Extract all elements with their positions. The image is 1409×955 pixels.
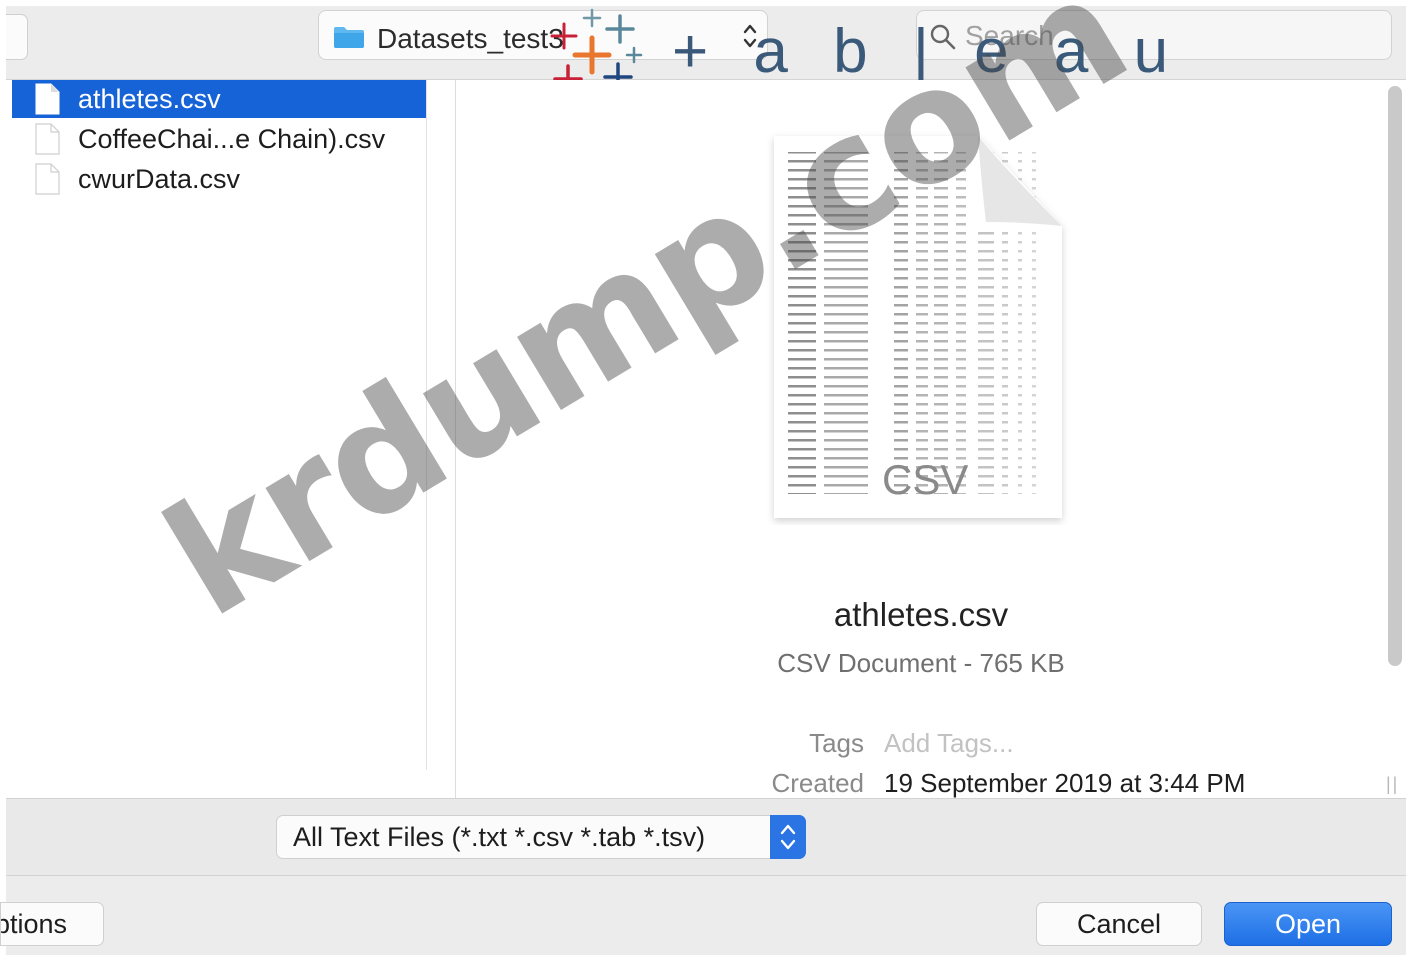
file-name: cwurData.csv xyxy=(78,164,241,194)
folder-icon xyxy=(334,27,364,48)
search-icon xyxy=(930,24,956,50)
location-label: Datasets_test3 xyxy=(377,23,564,54)
file-name: athletes.csv xyxy=(78,84,221,114)
document-icon xyxy=(35,123,60,155)
button-bar: Options Cancel Open xyxy=(0,876,1406,955)
chevron-updown-icon xyxy=(743,24,757,48)
file-name: CoffeeChai...e Chain).csv xyxy=(78,124,386,154)
chevron-updown-icon xyxy=(780,824,796,850)
options-button[interactable]: Options xyxy=(0,902,104,946)
file-type-label: All Text Files (*.txt *.csv *.tab *.tsv) xyxy=(293,822,706,852)
format-bar: All Text Files (*.txt *.csv *.tab *.tsv) xyxy=(6,798,1406,876)
select-arrow[interactable] xyxy=(770,815,806,859)
preview-pane: CSV athletes.csv CSV Document - 765 KB T… xyxy=(456,80,1406,798)
back-forward-button[interactable] xyxy=(6,14,28,60)
search-field[interactable] xyxy=(916,10,1392,60)
created-label: Created xyxy=(771,768,865,798)
csv-document-thumbnail: CSV xyxy=(774,136,1062,518)
add-tags-field[interactable]: Add Tags... xyxy=(884,728,1014,759)
location-popup[interactable]: Datasets_test3 xyxy=(318,10,768,60)
document-icon xyxy=(35,83,60,115)
search-input[interactable] xyxy=(965,19,1375,53)
file-row-athletes[interactable]: athletes.csv xyxy=(12,80,426,118)
file-list: athletes.csv CoffeeChai...e Chain).csv c… xyxy=(6,80,456,798)
resize-grip-icon[interactable]: || xyxy=(1386,774,1399,795)
preview-file-name: athletes.csv xyxy=(833,596,1009,633)
tags-label: Tags xyxy=(809,728,864,758)
open-button[interactable]: Open xyxy=(1224,902,1392,946)
document-icon xyxy=(35,163,60,195)
options-label: Options xyxy=(1,909,67,939)
csv-badge: CSV xyxy=(882,456,968,503)
preview-kind-size: CSV Document - 765 KB xyxy=(777,648,1065,678)
toolbar: Datasets_test3 xyxy=(6,6,1406,80)
cancel-button[interactable]: Cancel xyxy=(1036,902,1202,946)
column-divider[interactable] xyxy=(426,80,427,770)
file-row-cwurdata[interactable]: cwurData.csv xyxy=(12,160,426,198)
preview-scrollbar[interactable] xyxy=(1388,86,1402,666)
file-row-coffeechain[interactable]: CoffeeChai...e Chain).csv xyxy=(12,120,426,158)
created-value: 19 September 2019 at 3:44 PM xyxy=(884,768,1246,798)
file-type-select[interactable]: All Text Files (*.txt *.csv *.tab *.tsv) xyxy=(276,815,806,859)
